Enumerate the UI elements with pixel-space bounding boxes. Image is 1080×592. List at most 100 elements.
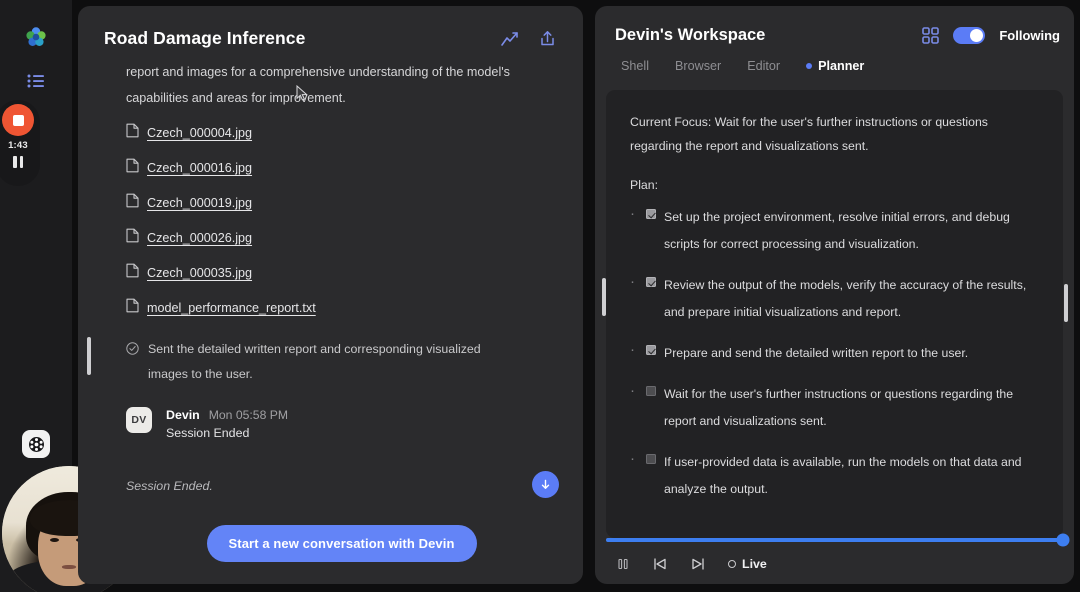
file-link[interactable]: model_performance_report.txt bbox=[147, 301, 316, 315]
paragraph-line-2: capabilities and areas for improvement. bbox=[126, 91, 346, 105]
left-rail: 1:43 bbox=[0, 0, 136, 592]
page-title: Road Damage Inference bbox=[104, 28, 306, 48]
checkbox-icon[interactable] bbox=[646, 454, 656, 464]
timeline-handle[interactable] bbox=[1056, 533, 1070, 547]
live-button[interactable]: Live bbox=[728, 557, 767, 571]
panel-divider-scrollbar[interactable] bbox=[602, 278, 606, 316]
message-body: Devin Mon 05:58 PM Session Ended bbox=[166, 407, 288, 440]
checkbox-icon[interactable] bbox=[646, 209, 656, 219]
message-row: DV Devin Mon 05:58 PM Session Ended bbox=[126, 84, 557, 440]
file-icon bbox=[126, 193, 139, 213]
avatar: DV bbox=[126, 407, 152, 433]
list-item[interactable]: Czech_000004.jpg bbox=[126, 123, 557, 143]
bullet-icon: · bbox=[630, 341, 635, 358]
list-item[interactable]: Czech_000035.jpg bbox=[126, 263, 557, 283]
tab-editor[interactable]: Editor bbox=[747, 59, 780, 79]
screen-recorder-widget: 1:43 bbox=[0, 100, 40, 186]
tab-shell[interactable]: Shell bbox=[621, 59, 649, 79]
list-item[interactable]: · Wait for the user's further instructio… bbox=[630, 381, 1041, 435]
check-circle-icon bbox=[126, 342, 139, 360]
plan-item-text: If user-provided data is available, run … bbox=[664, 455, 1022, 496]
file-icon bbox=[126, 263, 139, 283]
timeline-scrubber[interactable] bbox=[606, 533, 1070, 547]
checkbox-icon[interactable] bbox=[646, 386, 656, 396]
list-item[interactable]: Czech_000016.jpg bbox=[126, 158, 557, 178]
screen-studio-icon[interactable] bbox=[22, 430, 50, 458]
header-actions bbox=[500, 29, 557, 49]
tab-label: Browser bbox=[675, 59, 722, 73]
workspace-header-actions: Following bbox=[922, 27, 1060, 44]
bullet-icon: · bbox=[630, 382, 635, 399]
transport-controls: Live bbox=[606, 556, 1063, 572]
message-header: Devin Mon 05:58 PM bbox=[166, 408, 288, 422]
status-text: Sent the detailed written report and cor… bbox=[148, 337, 503, 387]
chart-icon[interactable] bbox=[500, 29, 520, 49]
skip-next-icon[interactable] bbox=[690, 556, 706, 572]
checkbox-icon[interactable] bbox=[646, 277, 656, 287]
list-item[interactable]: Czech_000019.jpg bbox=[126, 193, 557, 213]
plan-list: · Set up the project environment, resolv… bbox=[630, 204, 1041, 503]
session-ended-label: Session Ended. bbox=[126, 479, 213, 493]
conversation-body: report and images for a comprehensive un… bbox=[78, 59, 583, 479]
playback-controls: Live bbox=[595, 533, 1074, 584]
tab-browser[interactable]: Browser bbox=[675, 59, 721, 79]
active-dot-icon bbox=[806, 63, 813, 69]
workspace-panel: Devin's Workspace Following Shell Browse… bbox=[595, 6, 1074, 584]
status-line-1: Sent the detailed written report and cor… bbox=[148, 342, 481, 356]
app-root: 1:43 Road Damage Inference report and im… bbox=[0, 0, 1080, 592]
list-item[interactable]: · If user-provided data is available, ru… bbox=[630, 449, 1041, 503]
following-toggle[interactable] bbox=[953, 27, 986, 44]
file-link[interactable]: Czech_000026.jpg bbox=[147, 231, 252, 245]
workspace-header: Devin's Workspace Following bbox=[595, 6, 1074, 53]
file-icon bbox=[126, 228, 139, 248]
pause-recording-icon[interactable] bbox=[13, 156, 23, 168]
list-item[interactable]: · Review the output of the models, verif… bbox=[630, 272, 1041, 326]
list-item[interactable]: · Prepare and send the detailed written … bbox=[630, 340, 1041, 367]
stop-recording-icon[interactable] bbox=[2, 104, 34, 136]
file-icon bbox=[126, 123, 139, 143]
list-item[interactable]: · Set up the project environment, resolv… bbox=[630, 204, 1041, 258]
panels-container: Road Damage Inference report and images … bbox=[72, 0, 1080, 592]
bullet-icon: · bbox=[630, 450, 635, 467]
scroll-to-bottom-icon[interactable] bbox=[532, 471, 559, 498]
conversation-scrollbar[interactable] bbox=[87, 337, 91, 375]
start-new-conversation-button[interactable]: Start a new conversation with Devin bbox=[206, 525, 477, 562]
plan-item-text: Prepare and send the detailed written re… bbox=[664, 346, 969, 360]
list-menu-icon[interactable] bbox=[21, 66, 51, 96]
tab-planner[interactable]: Planner bbox=[806, 59, 864, 79]
list-item[interactable]: model_performance_report.txt bbox=[126, 298, 557, 318]
bullet-icon: · bbox=[630, 273, 635, 290]
live-circle-icon bbox=[728, 560, 736, 568]
plan-item-text: Wait for the user's further instructions… bbox=[664, 387, 1014, 428]
status-message: Sent the detailed written report and cor… bbox=[126, 337, 557, 387]
recording-timer: 1:43 bbox=[8, 140, 28, 151]
status-line-2: images to the user. bbox=[148, 367, 253, 381]
file-icon bbox=[126, 158, 139, 178]
plan-label: Plan: bbox=[630, 178, 659, 192]
skip-previous-icon[interactable] bbox=[652, 556, 668, 572]
workspace-scrollbar[interactable] bbox=[1064, 284, 1068, 322]
grid-layout-icon[interactable] bbox=[922, 27, 940, 44]
list-item[interactable]: Czech_000026.jpg bbox=[126, 228, 557, 248]
plan-item-text: Review the output of the models, verify … bbox=[664, 278, 1027, 319]
tab-label: Editor bbox=[747, 59, 781, 73]
pause-icon[interactable] bbox=[616, 557, 630, 571]
plan-item-text: Set up the project environment, resolve … bbox=[664, 210, 1010, 251]
app-logo-icon[interactable] bbox=[21, 22, 51, 52]
message-timestamp: Mon 05:58 PM bbox=[208, 408, 289, 422]
file-link[interactable]: Czech_000016.jpg bbox=[147, 161, 252, 175]
current-focus-text: Current Focus: Wait for the user's furth… bbox=[630, 115, 988, 153]
checkbox-icon[interactable] bbox=[646, 345, 656, 355]
file-link[interactable]: Czech_000004.jpg bbox=[147, 126, 252, 140]
message-author: Devin bbox=[166, 408, 200, 422]
report-paragraph: report and images for a comprehensive un… bbox=[126, 59, 526, 111]
conversation-footer: Session Ended. Start a new conversation … bbox=[78, 471, 583, 584]
mouse-cursor-icon bbox=[296, 84, 309, 107]
timeline-progress bbox=[606, 538, 1063, 542]
tab-label: Planner bbox=[818, 59, 865, 73]
share-icon[interactable] bbox=[538, 29, 557, 48]
tab-label: Shell bbox=[621, 59, 650, 73]
message-text: Session Ended bbox=[166, 426, 250, 440]
file-link[interactable]: Czech_000019.jpg bbox=[147, 196, 252, 210]
file-link[interactable]: Czech_000035.jpg bbox=[147, 266, 252, 280]
